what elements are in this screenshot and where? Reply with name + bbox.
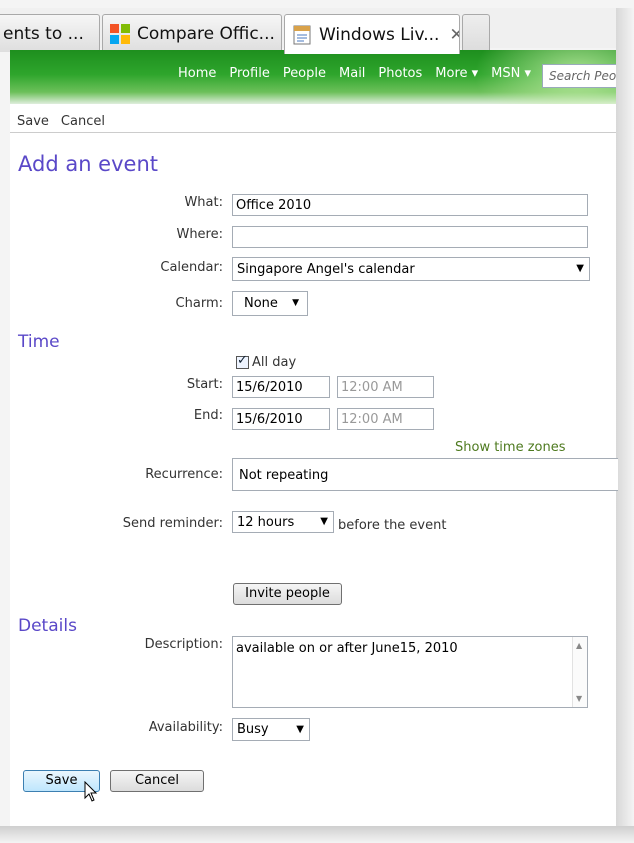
calendar-select[interactable]: Singapore Angel's calendar ▼ — [232, 257, 590, 281]
show-time-zones-link[interactable]: Show time zones — [455, 440, 566, 455]
scroll-down-icon[interactable]: ▼ — [576, 694, 582, 703]
reminder-select-value: 12 hours — [237, 515, 295, 530]
reminder-suffix-text: before the event — [338, 518, 447, 533]
tab-windows-live[interactable]: Windows Liv... ✕ — [284, 14, 460, 54]
cancel-button[interactable]: Cancel — [110, 770, 204, 792]
end-date-input[interactable]: 15/6/2010 — [232, 408, 330, 430]
availability-label: Availability: — [148, 720, 223, 735]
nav-mail[interactable]: Mail — [339, 66, 365, 81]
what-input[interactable]: Office 2010 — [232, 194, 588, 216]
nav-photos[interactable]: Photos — [378, 66, 422, 81]
calendar-page-icon — [293, 25, 311, 44]
tab-title: Windows Liv... — [319, 24, 440, 45]
top-navigation: Home Profile People Mail Photos More ▾ M… — [178, 66, 544, 81]
end-time-input[interactable]: 12:00 AM — [337, 408, 434, 430]
description-text: available on or after June15, 2010 — [236, 641, 458, 656]
recurrence-field[interactable]: Not repeating — [232, 458, 618, 491]
charm-select-value: None — [244, 296, 278, 311]
nav-people[interactable]: People — [283, 66, 326, 81]
reminder-select[interactable]: 12 hours ▼ — [232, 511, 334, 533]
tab-title: Compare Offic... — [137, 23, 275, 44]
mouse-pointer-icon — [84, 781, 98, 802]
window-shadow-bottom — [0, 826, 634, 843]
invite-people-button[interactable]: Invite people — [233, 583, 342, 605]
nav-profile[interactable]: Profile — [229, 66, 269, 81]
charm-select[interactable]: None ▼ — [232, 291, 308, 316]
search-people-input[interactable]: Search People — [542, 64, 616, 88]
where-label: Where: — [176, 227, 223, 242]
start-label: Start: — [186, 377, 223, 392]
all-day-label: All day — [252, 355, 297, 370]
new-tab-button[interactable] — [462, 14, 490, 52]
all-day-checkbox[interactable] — [236, 353, 249, 369]
cancel-link[interactable]: Cancel — [61, 114, 105, 129]
calendar-select-value: Singapore Angel's calendar — [237, 262, 415, 277]
send-reminder-label: Send reminder: — [122, 516, 223, 531]
windows-logo-icon — [110, 23, 130, 44]
page-content: Save Cancel Add an event What: Office 201… — [10, 104, 618, 826]
tab-compare-office[interactable]: Compare Offic... — [102, 14, 282, 52]
description-label: Description: — [144, 637, 223, 652]
dropdown-arrow-icon: ▼ — [320, 516, 328, 527]
dropdown-arrow-icon: ▼ — [576, 263, 584, 274]
charm-label: Charm: — [175, 296, 223, 311]
dropdown-arrow-icon: ▼ — [292, 298, 299, 308]
start-time-input[interactable]: 12:00 AM — [337, 376, 434, 398]
window-shadow-right — [616, 8, 634, 843]
nav-more[interactable]: More ▾ — [435, 66, 478, 81]
dropdown-arrow-icon: ▼ — [296, 724, 304, 735]
site-header: Home Profile People Mail Photos More ▾ M… — [10, 50, 616, 104]
tab-title: ents to ... — [3, 23, 84, 44]
scroll-up-icon[interactable]: ▲ — [576, 641, 582, 650]
end-label: End: — [193, 408, 223, 423]
details-section-heading: Details — [18, 616, 77, 636]
command-bar-divider — [10, 132, 616, 133]
start-date-input[interactable]: 15/6/2010 — [232, 376, 330, 398]
save-link[interactable]: Save — [17, 114, 49, 129]
nav-home[interactable]: Home — [178, 66, 216, 81]
availability-select-value: Busy — [237, 722, 269, 737]
description-textarea[interactable]: available on or after June15, 2010 ▲ ▼ — [232, 636, 588, 708]
nav-msn[interactable]: MSN ▾ — [491, 66, 531, 81]
recurrence-label: Recurrence: — [145, 467, 223, 482]
page-title: Add an event — [18, 152, 158, 176]
description-scrollbar[interactable]: ▲ ▼ — [572, 637, 587, 707]
where-input[interactable] — [232, 226, 588, 248]
command-bar: Save Cancel — [17, 114, 117, 129]
availability-select[interactable]: Busy ▼ — [232, 718, 310, 741]
calendar-label: Calendar: — [160, 260, 223, 275]
what-label: What: — [184, 195, 223, 210]
close-tab-icon[interactable]: ✕ — [449, 25, 459, 45]
time-section-heading: Time — [18, 332, 60, 352]
tab-events[interactable]: ents to ... — [0, 14, 100, 52]
tab-strip: ents to ... Compare Offic... Windows Liv… — [0, 8, 616, 54]
